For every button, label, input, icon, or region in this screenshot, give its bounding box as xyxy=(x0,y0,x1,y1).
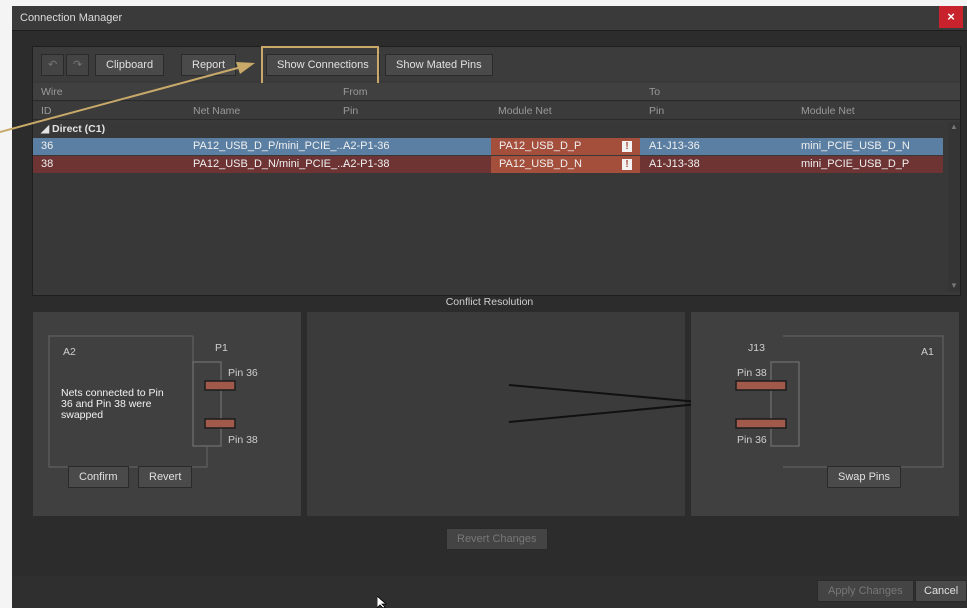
cell-to-module-net: mini_PCIE_USB_D_N xyxy=(801,140,910,152)
warning-icon: ! xyxy=(622,141,632,152)
mouse-pointer-icon xyxy=(377,596,387,608)
cell-id: 36 xyxy=(41,140,54,152)
right-pin-top-label: Pin 38 xyxy=(737,367,767,379)
connection-manager-window: Connection Manager × ↶ ↷ Clipboard Repor… xyxy=(12,6,967,608)
redo-icon: ↷ xyxy=(73,59,83,71)
module-net-value: PA12_USB_D_P xyxy=(499,140,582,152)
header-from: From xyxy=(343,86,368,98)
table-row[interactable]: 36 PA12_USB_D_P/mini_PCIE_... A2-P1-36 P… xyxy=(33,138,943,155)
cell-from-module-net: PA12_USB_D_N ! xyxy=(491,156,640,173)
cell-to-pin: A1-J13-38 xyxy=(649,158,700,170)
col-to-module-net[interactable]: Module Net xyxy=(801,105,855,117)
header-wire: Wire xyxy=(41,86,63,98)
apply-changes-button[interactable]: Apply Changes xyxy=(817,580,914,602)
right-pin-bottom-label: Pin 36 xyxy=(737,434,767,446)
header-to: To xyxy=(649,86,661,98)
revert-changes-button[interactable]: Revert Changes xyxy=(446,528,548,550)
group-label: ◢ Direct (C1) xyxy=(41,123,106,135)
clipboard-button[interactable]: Clipboard xyxy=(95,54,165,76)
revert-button[interactable]: Revert xyxy=(138,466,193,488)
col-from-module-net[interactable]: Module Net xyxy=(498,105,552,117)
left-module-label: A2 xyxy=(63,346,76,358)
group-header-row: Wire From To xyxy=(33,83,960,101)
scroll-down-icon[interactable]: ▼ xyxy=(950,281,958,290)
column-header-row: ID Net Name Pin Module Net Pin Module Ne… xyxy=(33,102,960,120)
undo-button[interactable]: ↶ xyxy=(41,54,65,76)
close-button[interactable]: × xyxy=(939,6,963,28)
scroll-up-icon[interactable]: ▲ xyxy=(950,122,958,131)
cell-from-pin: A2-P1-36 xyxy=(343,140,390,152)
title-bar: Connection Manager × xyxy=(12,6,967,31)
cell-from-module-net: PA12_USB_D_P ! xyxy=(491,138,640,155)
table-row[interactable]: 38 PA12_USB_D_N/mini_PCIE_... A2-P1-38 P… xyxy=(33,156,943,173)
conflict-right-panel: A1 J13 Pin 38 Pin 36 Swap Pins xyxy=(691,312,959,516)
redo-button[interactable]: ↷ xyxy=(66,54,90,76)
conflict-wiring-area xyxy=(307,312,807,516)
cancel-button[interactable]: Cancel xyxy=(915,580,967,602)
cell-net-name: PA12_USB_D_N/mini_PCIE_... xyxy=(193,158,347,170)
toolbar: ↶ ↷ Clipboard Report Show Connections Sh… xyxy=(33,46,960,89)
report-button[interactable]: Report xyxy=(181,54,237,76)
connections-grid: ◢ Direct (C1) 36 PA12_USB_D_P/mini_PCIE_… xyxy=(33,122,960,292)
confirm-button[interactable]: Confirm xyxy=(68,466,129,488)
swap-pins-button[interactable]: Swap Pins xyxy=(827,466,901,488)
right-connector-label: J13 xyxy=(748,342,765,354)
cell-to-module-net: mini_PCIE_USB_D_P xyxy=(801,158,910,170)
cell-to-pin: A1-J13-36 xyxy=(649,140,700,152)
dialog-footer: Apply Changes Cancel xyxy=(12,576,967,608)
right-connector-diagram xyxy=(735,335,944,468)
col-id[interactable]: ID xyxy=(41,105,52,117)
swap-message: Nets connected to Pin 36 and Pin 38 were… xyxy=(61,387,164,421)
col-from-pin[interactable]: Pin xyxy=(343,105,358,117)
conflict-resolution-title: Conflict Resolution xyxy=(445,296,534,308)
vertical-scrollbar[interactable]: ▲ ▼ xyxy=(948,122,960,292)
group-row-direct[interactable]: ◢ Direct (C1) xyxy=(33,122,948,137)
cell-from-pin: A2-P1-38 xyxy=(343,158,390,170)
col-to-pin[interactable]: Pin xyxy=(649,105,664,117)
cell-net-name: PA12_USB_D_P/mini_PCIE_... xyxy=(193,140,346,152)
module-net-value: PA12_USB_D_N xyxy=(499,158,582,170)
window-title: Connection Manager xyxy=(20,12,123,24)
undo-icon: ↶ xyxy=(48,59,58,71)
warning-icon: ! xyxy=(622,159,632,170)
connections-panel: ↶ ↷ Clipboard Report Show Connections Sh… xyxy=(32,46,961,296)
show-mated-pins-button[interactable]: Show Mated Pins xyxy=(385,54,493,76)
cell-id: 38 xyxy=(41,158,54,170)
right-module-label: A1 xyxy=(921,346,934,358)
col-net-name[interactable]: Net Name xyxy=(193,105,240,117)
